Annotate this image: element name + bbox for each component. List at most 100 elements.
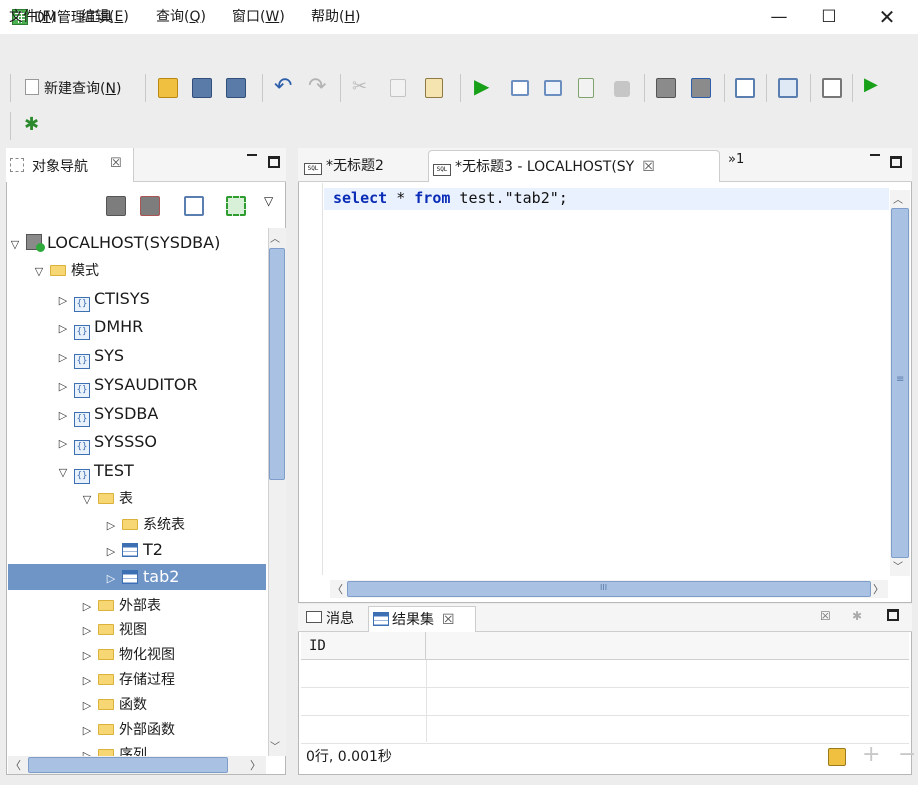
menu-file[interactable]: 文件(F) [9, 6, 56, 26]
export-icon[interactable] [578, 78, 594, 98]
scroll-right-icon[interactable]: 〉 [873, 581, 884, 597]
tree-node-tables[interactable]: ▽ 表 [80, 486, 133, 512]
tab-untitled-2[interactable]: SQL *无标题2 [300, 150, 422, 182]
tree-node-schema[interactable]: ▷{} DMHR [56, 314, 143, 340]
step-run-icon[interactable]: ▶ [864, 74, 878, 95]
tab-result-set[interactable]: 结果集 ☒ [368, 606, 476, 632]
cut-icon[interactable]: ✂ [352, 76, 367, 97]
scroll-left-icon[interactable]: 〈 [10, 757, 21, 773]
tab-untitled-3[interactable]: SQL *无标题3 - LOCALHOST(SY ☒ [428, 150, 720, 182]
collapse-arrow-icon[interactable]: ▽ [56, 460, 70, 486]
results-maximize-icon[interactable] [887, 609, 899, 621]
collapse-arrow-icon[interactable]: ▽ [8, 232, 22, 258]
tree-node-folder[interactable]: ▷ 函数 [80, 692, 147, 718]
expand-arrow-icon[interactable]: ▷ [104, 566, 118, 592]
close-button[interactable]: ✕ [872, 4, 902, 30]
execute-icon[interactable]: ▶ [474, 74, 489, 98]
column-header[interactable]: ID [301, 632, 426, 660]
tree-node-folder[interactable]: ▷ 物化视图 [80, 642, 175, 668]
sql-code-line[interactable]: select * from test."tab2"; [333, 189, 568, 207]
stop-icon[interactable] [614, 81, 630, 97]
scroll-down-icon[interactable]: ﹀ [893, 558, 903, 573]
collapse-all-icon[interactable] [226, 196, 246, 216]
export-result-icon[interactable] [828, 748, 846, 766]
collapse-arrow-icon[interactable]: ▽ [80, 487, 94, 513]
paste-icon[interactable] [425, 78, 443, 98]
editor-maximize-icon[interactable] [890, 156, 902, 168]
expand-arrow-icon[interactable]: ▷ [80, 618, 94, 644]
tree-node-schema[interactable]: ▷{} SYSAUDITOR [56, 372, 198, 398]
scroll-down-icon[interactable]: ﹀ [270, 738, 280, 753]
expand-arrow-icon[interactable]: ▷ [80, 718, 94, 744]
expand-arrow-icon[interactable]: ▷ [80, 743, 94, 756]
tree-node-folder[interactable]: ▷ 序列 [80, 742, 147, 756]
tree-node-schema[interactable]: ▷{} SYS [56, 343, 124, 369]
tree-node-table[interactable]: ▷ T2 [104, 537, 163, 563]
collapse-arrow-icon[interactable]: ▽ [32, 259, 46, 285]
tree-node-schema-test[interactable]: ▽{} TEST [56, 458, 134, 484]
navigator-hscroll-thumb[interactable] [28, 757, 228, 773]
tab-close-icon[interactable]: ☒ [442, 612, 455, 628]
connect-server-icon[interactable] [106, 196, 126, 216]
tree-node-folder[interactable]: ▷ 存储过程 [80, 667, 175, 693]
expand-arrow-icon[interactable]: ▷ [56, 288, 70, 314]
scroll-up-icon[interactable]: ︿ [893, 191, 903, 206]
new-query-button[interactable]: 新建查询(N) [44, 78, 121, 98]
expand-arrow-icon[interactable]: ▷ [80, 693, 94, 719]
tree-node-folder[interactable]: ▷ 外部函数 [80, 717, 175, 743]
expand-arrow-icon[interactable]: ▷ [56, 316, 70, 342]
debug-icon[interactable]: ✱ [24, 114, 39, 135]
expand-arrow-icon[interactable]: ▷ [56, 374, 70, 400]
expand-arrow-icon[interactable]: ▷ [104, 539, 118, 565]
grid-view-icon[interactable] [778, 78, 798, 98]
tab-messages[interactable]: 消息 [302, 606, 364, 632]
add-row-icon[interactable]: + [862, 742, 880, 767]
undo-icon[interactable]: ↶ [274, 74, 292, 99]
copy-icon[interactable] [390, 79, 406, 97]
menu-query[interactable]: 查询(Q) [156, 6, 206, 26]
navigator-close-icon[interactable]: ☒ [110, 156, 122, 171]
scroll-left-icon[interactable]: 〈 [332, 581, 343, 597]
panel-minimize-icon[interactable] [247, 154, 257, 156]
maximize-button[interactable]: ☐ [814, 4, 844, 30]
monitor-icon[interactable] [822, 78, 842, 98]
tree-node-schema[interactable]: ▷{} CTISYS [56, 286, 150, 312]
disconnect-icon[interactable] [691, 78, 711, 98]
view-menu-icon[interactable]: ▽ [264, 194, 273, 208]
editor-hscroll-thumb[interactable] [347, 581, 871, 597]
menu-edit[interactable]: 编辑(E) [81, 6, 129, 26]
tree-node-table-selected[interactable]: ▷ tab2 [8, 564, 266, 590]
connect-icon[interactable] [656, 78, 676, 98]
tree-node-folder[interactable]: ▷ 视图 [80, 617, 147, 643]
open-icon[interactable] [158, 78, 178, 98]
close-result-icon[interactable]: ☒ [820, 609, 831, 623]
close-all-icon[interactable]: ✱ [852, 609, 862, 623]
explain-icon[interactable] [544, 80, 562, 96]
expand-arrow-icon[interactable]: ▷ [80, 643, 94, 669]
scroll-up-icon[interactable]: ︿ [270, 230, 280, 245]
expand-arrow-icon[interactable]: ▷ [56, 403, 70, 429]
remove-row-icon[interactable]: − [898, 742, 916, 767]
expand-arrow-icon[interactable]: ▷ [104, 513, 118, 539]
disconnect-server-icon[interactable] [140, 196, 160, 216]
expand-arrow-icon[interactable]: ▷ [80, 668, 94, 694]
tree-node-folder[interactable]: ▷ 外部表 [80, 593, 161, 619]
expand-arrow-icon[interactable]: ▷ [56, 431, 70, 457]
tree-node-schemas[interactable]: ▽ 模式 [32, 258, 99, 284]
panel-maximize-icon[interactable] [268, 156, 280, 168]
menu-help[interactable]: 帮助(H) [311, 6, 360, 26]
tree-node-schema[interactable]: ▷{} SYSDBA [56, 401, 158, 427]
editor-minimize-icon[interactable] [870, 154, 880, 156]
tree-node-server[interactable]: ▽ LOCALHOST(SYSDBA) [8, 230, 220, 256]
tree-node-schema[interactable]: ▷{} SYSSSO [56, 429, 157, 455]
save-icon[interactable] [192, 78, 212, 98]
tree-node-system-tables[interactable]: ▷ 系统表 [104, 512, 185, 538]
history-icon[interactable] [735, 78, 755, 98]
save-all-icon[interactable] [226, 78, 246, 98]
execute-script-icon[interactable] [511, 80, 529, 96]
redo-icon[interactable]: ↷ [308, 74, 326, 99]
navigator-scroll-thumb[interactable] [269, 248, 285, 480]
scroll-right-icon[interactable]: 〉 [250, 757, 261, 773]
tab-overflow-button[interactable]: »1 [728, 152, 744, 167]
minimize-button[interactable]: — [764, 4, 794, 30]
